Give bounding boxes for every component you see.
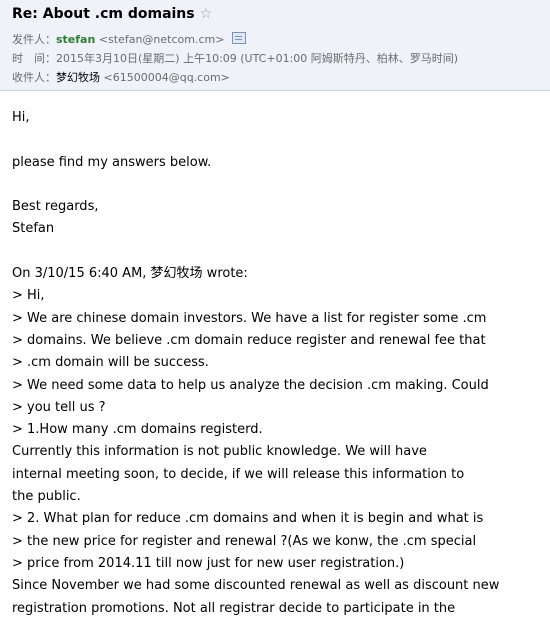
reply-line: the public. <box>12 489 81 505</box>
quoted-line: > domains. We believe .cm domain reduce … <box>12 332 486 348</box>
quoted-line: > 2. What plan for reduce .cm domains an… <box>12 511 484 527</box>
reply-line: Since November we had some discounted re… <box>12 578 500 594</box>
quoted-line: > 1.How many .cm domains registerd. <box>12 422 263 438</box>
email-header: Re: About .cm domains ☆ 发件人：stefan <stef… <box>0 0 550 91</box>
to-row: 收件人：梦幻牧场 <61500004@qq.com> <box>12 69 230 85</box>
body-line: Hi, <box>12 110 30 125</box>
quoted-line: > We are chinese domain investors. We ha… <box>12 310 487 326</box>
body-line <box>12 241 542 263</box>
quoted-line: > price from 2014.11 till now just for n… <box>12 555 405 571</box>
recipient-email[interactable]: <61500004@qq.com> <box>104 71 230 84</box>
sent-time: 2015年3月10日(星期二) 上午10:09 (UTC+01:00 阿姆斯特丹… <box>56 52 459 65</box>
body-line: please find my answers below. <box>12 154 212 170</box>
quoted-line: > We need some data to help us analyze t… <box>12 377 489 393</box>
quote-attribution: On 3/10/15 6:40 AM, 梦幻牧场 wrote: <box>12 266 248 282</box>
reply-line: registration promotions. Not all registr… <box>12 600 456 616</box>
sender-email[interactable]: <stefan@netcom.cm> <box>99 33 225 46</box>
star-icon[interactable]: ☆ <box>200 6 213 22</box>
body-line <box>12 129 542 151</box>
time-label: 时 间： <box>12 52 56 65</box>
body-line <box>12 174 542 196</box>
subject-row: Re: About .cm domains ☆ <box>12 6 212 22</box>
email-body: Hi, please find my answers below. Best r… <box>12 107 542 620</box>
from-row: 发件人：stefan <stefan@netcom.cm> <box>12 31 246 47</box>
reply-line: internal meeting soon, to decide, if we … <box>12 466 465 482</box>
sender-name[interactable]: stefan <box>56 33 95 46</box>
body-line: Best regards, <box>12 199 99 215</box>
quoted-line: > Hi, <box>12 288 45 304</box>
time-row: 时 间：2015年3月10日(星期二) 上午10:09 (UTC+01:00 阿… <box>12 50 458 66</box>
to-label: 收件人： <box>12 71 56 84</box>
body-line: Stefan <box>12 221 55 237</box>
recipient-name[interactable]: 梦幻牧场 <box>56 71 100 84</box>
quoted-line: > you tell us ? <box>12 399 106 415</box>
reply-line: Currently this information is not public… <box>12 444 427 460</box>
contact-card-icon[interactable] <box>231 32 246 44</box>
from-label: 发件人： <box>12 33 56 46</box>
quoted-line: > .cm domain will be success. <box>12 355 209 371</box>
quoted-line: > the new price for register and renewal… <box>12 533 477 549</box>
email-subject: Re: About .cm domains <box>12 6 195 22</box>
